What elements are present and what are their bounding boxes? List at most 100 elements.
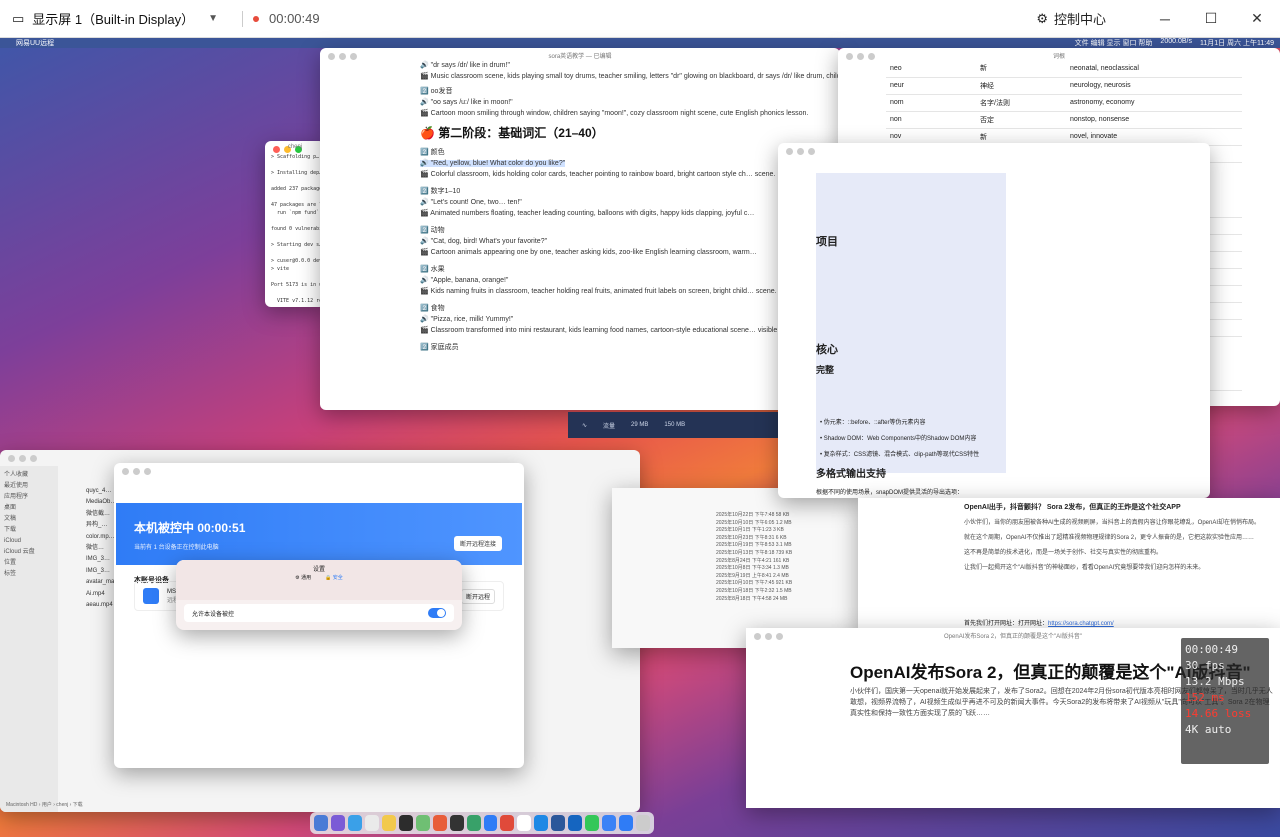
end-remote-button[interactable]: 断开远程连接 (453, 536, 502, 551)
dock-app-icon[interactable] (466, 815, 481, 831)
item-heading: 2️⃣ 家庭成员 (420, 344, 459, 351)
settings-dialog[interactable]: 设置 ⚙ 通用 🔒 安全 允许本设备被控 (176, 560, 462, 630)
terminal-window[interactable]: chenj > Scaffolding p… > Installing dep…… (265, 141, 325, 307)
sidebar-item[interactable]: 下载 (4, 525, 54, 536)
traffic-label: 流量 (603, 423, 616, 430)
sidebar-item[interactable]: 位置 (4, 558, 54, 569)
clock[interactable]: 11月1日 周六 上午11:49 (1200, 38, 1274, 48)
doc-line: 🔊 "dr says /dr/ like in drum!" (420, 62, 510, 69)
url-link[interactable]: https://sora.chatgpt.com/ (1048, 621, 1114, 627)
item-quote: 🔊 "Apple, banana, orange!" (420, 277, 509, 284)
table-row[interactable]: 2025年10月10日 下午7:45 921 KB (716, 580, 792, 588)
table-row[interactable]: 2025年10月8日 下午3:34 1.3 MB (716, 565, 792, 573)
open-url-line: 首先我们打开网址：打开网址：https://sora.chatgpt.com/ (964, 621, 1114, 627)
file-detail-list[interactable]: 2025年10月22日 下午7:48 58 KB 2025年10月10日 下午6:… (612, 488, 862, 648)
sidebar-item[interactable]: 文稿 (4, 514, 54, 525)
dock-app-icon[interactable] (364, 815, 379, 831)
bullet-list: • 伪元素：::before、::after等伪元素内容 • Shadow DOM… (820, 415, 979, 463)
dock-app-icon[interactable] (415, 815, 430, 831)
dock-app-icon[interactable] (500, 815, 515, 831)
item-desc: 🎬 Animated numbers floating, teacher lea… (420, 210, 755, 217)
sidebar-item[interactable]: 桌面 (4, 503, 54, 514)
item-heading: 2️⃣ 颜色 (420, 149, 445, 156)
sidebar-item[interactable]: iCloud (4, 536, 54, 547)
activity-strip: ∿ 流量 29 MB 150 MB (568, 412, 778, 438)
control-center-label: 控制中心 (1053, 12, 1106, 27)
sidebar-item[interactable]: 个人收藏 (4, 470, 54, 481)
dock-app-icon[interactable] (314, 815, 328, 831)
disconnect-button[interactable]: 断开远程 (460, 588, 495, 604)
table-row[interactable]: 2025年8月18日 下午4:58 24 MB (716, 596, 792, 604)
dock-app-icon[interactable] (568, 815, 583, 831)
dock-app-icon[interactable] (619, 815, 634, 831)
dock-app-icon[interactable] (636, 815, 651, 831)
snapdom-doc-window[interactable]: 项目 核心 完整 • 伪元素：::before、::after等伪元素内容 • S… (778, 143, 1210, 498)
item-heading: 2️⃣ 数字1–10 (420, 188, 461, 195)
menu-items[interactable]: 文件 编辑 显示 窗口 帮助 (1075, 38, 1153, 48)
dock-app-icon[interactable] (602, 815, 617, 831)
stat-fps: 30 fps (1185, 659, 1225, 672)
item-desc: 🎬 Colorful classroom, kids holding color… (420, 171, 776, 178)
table-row[interactable]: 2025年10月18日 下午2:32 1.5 MB (716, 588, 792, 596)
article-top-window[interactable]: OpenAI出手，抖音颤抖？ Sora 2发布，但真正的王炸是这个社交APP 小… (858, 498, 1280, 638)
list-item: 2️⃣ 水果 🔊 "Apple, banana, orange!" 🎬 Kids n… (420, 264, 840, 297)
table-cell: neonatal, neoclassical (1066, 60, 1242, 78)
table-row[interactable]: 2025年10月1日 下午1:23 3 KB (716, 527, 792, 535)
minimize-button[interactable]: ─ (1142, 0, 1188, 38)
table-row[interactable]: 2025年10月22日 下午7:48 58 KB (716, 512, 792, 520)
dock-app-icon[interactable] (449, 815, 464, 831)
dock-app-icon[interactable] (551, 815, 566, 831)
item-heading: 2️⃣ 水果 (420, 266, 445, 273)
toggle-icon: ⚙ (1036, 10, 1048, 26)
sidebar-item[interactable]: 标签 (4, 569, 54, 580)
dock-app-icon[interactable] (517, 815, 532, 831)
item-heading: 2️⃣ 动物 (420, 227, 445, 234)
highlighted-text: 🔊 "Red, yellow, blue! What color do you … (420, 160, 566, 167)
app-menu[interactable]: 网易UU远程 (16, 38, 54, 48)
close-button[interactable]: ✕ (1234, 0, 1280, 38)
session-timer: 00:00:49 (269, 11, 320, 26)
table-cell: neur (886, 77, 976, 95)
tab-security[interactable]: 🔒 安全 (325, 574, 343, 581)
display-selector[interactable]: ▭ 显示屏 1（Built-in Display） ▼ (0, 0, 232, 38)
remote-title-bar: ▭ 显示屏 1（Built-in Display） ▼ 00:00:49 ⚙ 控… (0, 0, 1280, 38)
dock-app-icon[interactable] (398, 815, 413, 831)
finder-sidebar: 个人收藏 最近使用 应用程序 桌面 文稿 下载 iCloud iCloud 云盘 位置 标签 (0, 466, 58, 812)
section-heading: 🍎 第二阶段：基础词汇（21–40） (420, 126, 604, 140)
table-cell: 神经 (976, 77, 1066, 95)
doc-line: 2️⃣ oo发音 (420, 88, 453, 95)
control-center-button[interactable]: ⚙ 控制中心 (1036, 9, 1106, 28)
tab-general[interactable]: ⚙ 通用 (295, 574, 311, 581)
dock-app-icon[interactable] (330, 815, 345, 831)
table-row: nom 名字/法则 astronomy, economy (886, 94, 1242, 112)
sidebar-item[interactable]: 应用程序 (4, 492, 54, 503)
table-row[interactable]: 2025年10月19日 下午8:53 3.1 MB (716, 542, 792, 550)
sidebar-item[interactable]: 最近使用 (4, 481, 54, 492)
dock-app-icon[interactable] (381, 815, 396, 831)
dialog-title: 设置 (312, 567, 325, 573)
dock-app-icon[interactable] (534, 815, 549, 831)
stat-quality: 4K auto (1185, 723, 1232, 736)
table-cell: astronomy, economy (1066, 94, 1242, 112)
document-window[interactable]: sora英语教学 — 已编辑 🔊 "dr says /dr/ like in d… (320, 48, 840, 410)
traffic-b: 150 MB (664, 422, 686, 428)
dock-app-icon[interactable] (432, 815, 447, 831)
status-banner: 本机被控中 00:00:51 当前有 1 台设备正在控制此电脑 断开远程连接 (116, 503, 522, 565)
stat-loss: 14.66 loss (1185, 707, 1252, 720)
maximize-button[interactable]: ☐ (1188, 0, 1234, 38)
stats-overlay: 00:00:49 30 fps 13.2 Mbps 152 ms 14.66 l… (1181, 638, 1269, 764)
recording-dot-icon (253, 15, 259, 22)
allow-control-toggle[interactable] (428, 608, 446, 618)
terminal-output: > Scaffolding p… > Installing dep… added… (271, 154, 325, 304)
item-quote: 🔊 "Cat, dog, bird! What's your favorite?… (420, 238, 548, 245)
article-paragraphs: 小伙伴们，当你的朋友圈被各种AI生成的视频刷屏，当抖音上的真假内容让你眼花缭乱，… (964, 518, 1274, 578)
dock-app-icon[interactable] (483, 815, 498, 831)
sidebar-item[interactable]: iCloud 云盘 (4, 547, 54, 558)
list-item: 2️⃣ 数字1–10 🔊 "Let's count! One, two… ten!… (420, 186, 840, 219)
window-title: 词根 (1052, 54, 1065, 60)
dock-app-icon[interactable] (585, 815, 600, 831)
table-row[interactable]: 2025年10月13日 下午8:18 739 KB (716, 550, 792, 558)
document-body[interactable]: 🔊 "dr says /dr/ like in drum!" 🎬 Music cl… (420, 60, 840, 410)
window-title: chenj (287, 144, 303, 150)
dock-app-icon[interactable] (347, 815, 362, 831)
